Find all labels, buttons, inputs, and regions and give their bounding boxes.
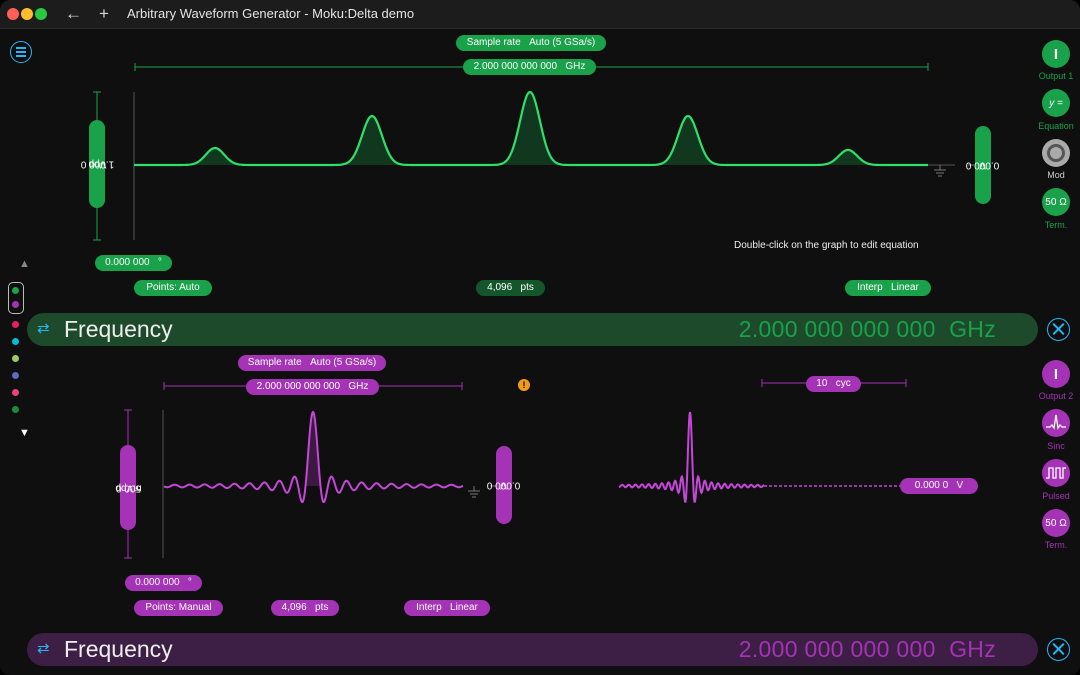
ch2-output-toggle[interactable]: I — [1042, 360, 1070, 388]
ch1-equation-label: Equation — [1038, 121, 1074, 131]
swap-arrows-icon[interactable]: ⇄ — [37, 639, 50, 657]
ch2-pulsed-label: Pulsed — [1042, 491, 1070, 501]
app-window: ← + Arbitrary Waveform Generator - Moku:… — [0, 0, 1080, 675]
ch2-frequency-label: Frequency — [64, 636, 173, 662]
ch2-interp-pill[interactable]: Interp Linear — [404, 600, 490, 616]
ch2-pulsed-button[interactable] — [1042, 459, 1070, 487]
ch2-sinc-button[interactable] — [1042, 409, 1070, 437]
ch2-burst-trace — [618, 411, 765, 503]
ch1-output-toggle[interactable]: I — [1042, 40, 1070, 68]
ground-icon — [468, 486, 480, 498]
sinc-wave-icon — [1046, 414, 1066, 430]
ch1-equation-button[interactable]: y = — [1042, 89, 1070, 117]
ch2-sample-rate-pill[interactable]: Sample rate Auto (5 GSa/s) — [238, 355, 386, 371]
ch2-frequency-pill[interactable]: 2.000 000 000 000 GHz — [246, 379, 379, 395]
pulse-wave-icon — [1046, 467, 1066, 479]
ch2-offset-pill[interactable]: 0.000 0 V — [487, 446, 521, 524]
ch2-idle-level-pill[interactable]: 0.000 0 V — [900, 478, 978, 494]
ch1-termination-label: Term. — [1044, 220, 1068, 230]
ch2-phase-pill[interactable]: 0.000 000 ° — [125, 575, 202, 591]
ch2-amplitude-pill[interactable]: 500.0 mVpp — [115, 445, 141, 530]
ch2-frequency-value[interactable]: 2.000 000 000 000 GHz — [739, 636, 996, 663]
ch2-points-pill[interactable]: Points: Manual — [134, 600, 223, 616]
ch2-burst-cycles-pill[interactable]: 10 cyc — [806, 376, 861, 392]
ch2-frequency-bar[interactable]: ⇄ Frequency 2.000 000 000 000 GHz — [27, 633, 1038, 666]
ch2-waveform-graph[interactable] — [0, 0, 1080, 675]
ch2-output-label: Output 2 — [1038, 391, 1074, 401]
ch2-termination-button[interactable]: 50 Ω — [1042, 509, 1070, 537]
ch2-tools-icon[interactable] — [1047, 638, 1070, 661]
ch1-output-label: Output 1 — [1038, 71, 1074, 81]
ch1-mod-button[interactable] — [1042, 139, 1070, 167]
ch2-sinc-label: Sinc — [1047, 441, 1065, 451]
ch1-mod-label: Mod — [1047, 170, 1065, 180]
warning-icon[interactable]: ! — [518, 379, 530, 391]
ch1-termination-button[interactable]: 50 Ω — [1042, 188, 1070, 216]
ch2-pts-pill[interactable]: 4,096 pts — [271, 600, 339, 616]
ch2-termination-label: Term. — [1044, 540, 1068, 550]
